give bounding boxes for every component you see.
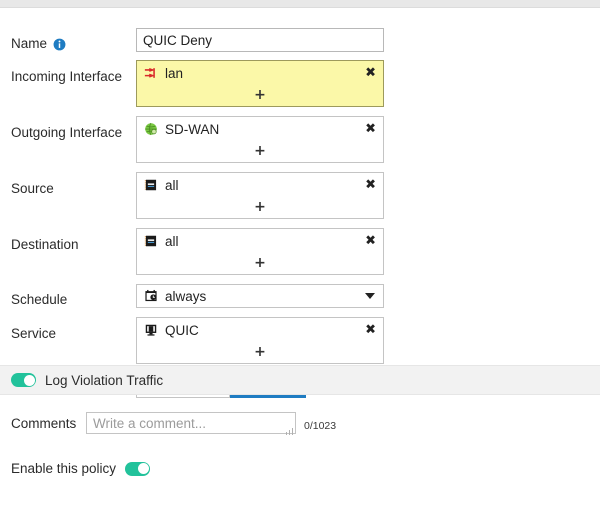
add-source-button[interactable]: + [137, 197, 383, 218]
destination-box[interactable]: all ✖ + [136, 228, 384, 275]
list-item-label: all [165, 178, 179, 193]
address-all-icon [144, 178, 158, 192]
remove-icon[interactable]: ✖ [365, 235, 376, 248]
comments-input-wrap [86, 412, 296, 439]
field-label-text: Source [11, 181, 54, 197]
form-row-schedule: Schedule always [0, 284, 600, 308]
list-item[interactable]: all ✖ [137, 229, 383, 253]
field-service: QUIC ✖ + [136, 317, 384, 364]
field-name [136, 28, 384, 52]
label-incoming-interface: Incoming Interface [0, 60, 136, 85]
form-row-service: Service QUIC ✖ + [0, 317, 600, 364]
add-outgoing-interface-button[interactable]: + [137, 141, 383, 162]
enable-policy-row: Enable this policy [11, 461, 150, 476]
list-item-label: all [165, 234, 179, 249]
field-destination: all ✖ + [136, 228, 384, 275]
schedule-value: always [165, 289, 206, 304]
comments-row: Comments 0/1023 [0, 412, 336, 439]
label-source: Source [0, 172, 136, 197]
outgoing-interface-box[interactable]: SD-WAN ✖ + [136, 116, 384, 163]
label-service: Service [0, 317, 136, 342]
address-all-icon [144, 234, 158, 248]
add-service-button[interactable]: + [137, 342, 383, 363]
toggle-knob [138, 463, 149, 474]
schedule-select[interactable]: always [136, 284, 384, 308]
comments-input[interactable] [86, 412, 296, 434]
toggle-knob [24, 375, 35, 386]
log-violation-label: Log Violation Traffic [45, 373, 163, 388]
form-row-name: Name [0, 28, 600, 52]
info-icon[interactable] [53, 38, 66, 51]
field-label-text: Service [11, 326, 56, 342]
remove-icon[interactable]: ✖ [365, 123, 376, 136]
list-item[interactable]: SD-WAN ✖ [137, 117, 383, 141]
list-item-label: lan [165, 66, 183, 81]
field-source: all ✖ + [136, 172, 384, 219]
log-violation-toggle[interactable] [11, 373, 36, 387]
field-schedule: always [136, 284, 384, 308]
field-label-text: Destination [11, 237, 79, 253]
field-outgoing-interface: SD-WAN ✖ + [136, 116, 384, 163]
add-destination-button[interactable]: + [137, 253, 383, 274]
sdwan-globe-icon [144, 122, 158, 136]
form-row-source: Source a [0, 172, 600, 219]
form-row-outgoing-interface: Outgoing Interface SD-WAN ✖ + [0, 116, 600, 163]
top-divider-bar [0, 0, 600, 8]
remove-icon[interactable]: ✖ [365, 324, 376, 337]
list-item[interactable]: QUIC ✖ [137, 318, 383, 342]
name-input[interactable] [136, 28, 384, 52]
enable-policy-label: Enable this policy [11, 461, 116, 476]
form-row-incoming-interface: Incoming Interface lan ✖ + [0, 60, 600, 107]
source-box[interactable]: all ✖ + [136, 172, 384, 219]
list-item-label: QUIC [165, 323, 199, 338]
policy-form: Name Incoming Interface [0, 8, 600, 398]
field-incoming-interface: lan ✖ + [136, 60, 384, 107]
field-label-text: Name [11, 36, 47, 52]
label-outgoing-interface: Outgoing Interface [0, 116, 136, 141]
incoming-interface-box[interactable]: lan ✖ + [136, 60, 384, 107]
form-row-destination: Destination [0, 228, 600, 275]
field-label-text: Incoming Interface [11, 69, 122, 85]
remove-icon[interactable]: ✖ [365, 179, 376, 192]
list-item-label: SD-WAN [165, 122, 219, 137]
label-name: Name [0, 28, 136, 52]
service-quic-icon [144, 323, 158, 337]
label-destination: Destination [0, 228, 136, 253]
list-item[interactable]: all ✖ [137, 173, 383, 197]
chevron-down-icon[interactable] [365, 293, 375, 299]
interface-lan-icon [144, 66, 158, 80]
list-item[interactable]: lan ✖ [137, 61, 383, 85]
policy-edit-page: Name Incoming Interface [0, 0, 600, 520]
log-violation-section: Log Violation Traffic [0, 365, 600, 395]
comments-char-counter: 0/1023 [304, 412, 336, 432]
field-label-text: Outgoing Interface [11, 125, 122, 141]
add-incoming-interface-button[interactable]: + [137, 85, 383, 106]
service-box[interactable]: QUIC ✖ + [136, 317, 384, 364]
label-schedule: Schedule [0, 284, 136, 308]
remove-icon[interactable]: ✖ [365, 67, 376, 80]
enable-policy-toggle[interactable] [125, 462, 150, 476]
field-label-text: Schedule [11, 292, 67, 308]
schedule-clock-icon [144, 289, 158, 303]
comments-label: Comments [0, 412, 86, 431]
